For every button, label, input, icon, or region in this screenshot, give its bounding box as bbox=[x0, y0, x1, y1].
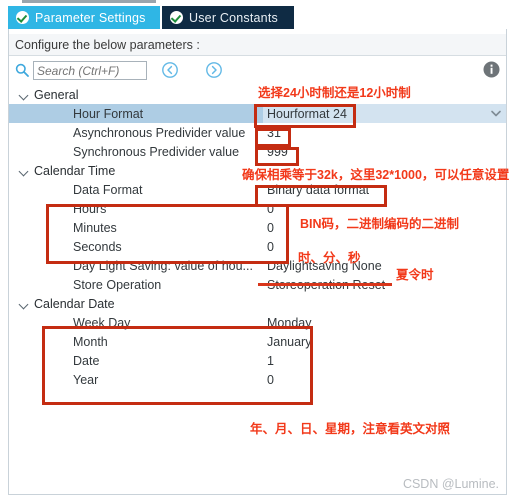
top-strip-divider bbox=[22, 0, 156, 3]
annotation-predivider-note: 确保相乘等于32k，这里32*1000，可以任意设置 bbox=[242, 168, 510, 182]
tree-row-store-operation-label: Store Operation bbox=[73, 277, 162, 292]
annotation-date-note: 年、月、日、星期，注意看英文对照 bbox=[250, 422, 451, 436]
tree-row-week-day-value[interactable]: Monday bbox=[267, 316, 311, 330]
tree-row-async-predivider[interactable]: Asynchronous Predivider value 31 bbox=[9, 123, 506, 142]
tree-group-calendar-time-label: Calendar Time bbox=[34, 163, 116, 178]
configure-bar: Configure the below parameters : bbox=[9, 34, 506, 56]
tree-row-async-predivider-value[interactable]: 31 bbox=[267, 126, 281, 140]
tab-user-constants-label: User Constants bbox=[189, 10, 278, 25]
parameter-tree: General Hour Format Hourformat 24 Asynch… bbox=[9, 85, 506, 389]
tree-row-hour-format-value[interactable]: Hourformat 24 bbox=[267, 107, 347, 121]
tree-row-seconds-label: Seconds bbox=[73, 239, 122, 254]
tree-row-hour-format[interactable]: Hour Format Hourformat 24 bbox=[9, 104, 506, 123]
circle-chevron-right-icon[interactable] bbox=[205, 61, 223, 79]
annotation-dst-note: 夏令时 bbox=[396, 268, 434, 282]
chevron-down-icon[interactable] bbox=[17, 88, 31, 102]
tree-group-calendar-date[interactable]: Calendar Date bbox=[9, 294, 506, 313]
tab-user-constants[interactable]: User Constants bbox=[162, 6, 294, 29]
tree-row-year[interactable]: Year 0 bbox=[9, 370, 506, 389]
check-circle-icon bbox=[16, 11, 29, 24]
configure-bar-label: Configure the below parameters : bbox=[15, 37, 200, 52]
circle-chevron-left-icon[interactable] bbox=[161, 61, 179, 79]
tree-row-date-label: Date bbox=[73, 353, 100, 368]
search-input[interactable] bbox=[33, 61, 147, 80]
tab-parameter-settings-label: Parameter Settings bbox=[35, 10, 146, 25]
tree-row-hours-label: Hours bbox=[73, 201, 107, 216]
tree-group-calendar-date-label: Calendar Date bbox=[34, 296, 115, 311]
tree-row-minutes-label: Minutes bbox=[73, 220, 117, 235]
tree-row-month-label: Month bbox=[73, 334, 108, 349]
tree-row-month-value[interactable]: January bbox=[267, 335, 311, 349]
tree-row-seconds[interactable]: Seconds 0 bbox=[9, 237, 506, 256]
annotation-hour-format-note: 选择24小时制还是12小时制 bbox=[258, 86, 411, 100]
chevron-down-icon[interactable] bbox=[17, 164, 31, 178]
tree-row-year-label: Year bbox=[73, 372, 99, 387]
annotation-hms-note: 时、分、秒 bbox=[298, 251, 361, 265]
search-toolbar bbox=[9, 57, 506, 85]
tree-row-seconds-value[interactable]: 0 bbox=[267, 240, 274, 254]
tree-row-minutes-value[interactable]: 0 bbox=[267, 221, 274, 235]
tree-row-month[interactable]: Month January bbox=[9, 332, 506, 351]
info-circle-icon[interactable] bbox=[483, 61, 500, 78]
tab-parameter-settings[interactable]: Parameter Settings bbox=[8, 6, 160, 29]
search-icon bbox=[15, 63, 29, 77]
tab-bar: Parameter Settings User Constants bbox=[0, 6, 515, 32]
tree-row-week-day[interactable]: Week Day Monday bbox=[9, 313, 506, 332]
watermark: CSDN @Lumine. bbox=[402, 477, 499, 491]
annotation-bin-note: BIN码，二进制编码的二进制 bbox=[300, 217, 460, 231]
tree-row-week-day-label: Week Day bbox=[73, 315, 131, 330]
tree-row-year-value[interactable]: 0 bbox=[267, 373, 274, 387]
chevron-down-icon[interactable] bbox=[490, 108, 502, 119]
tree-row-date-value[interactable]: 1 bbox=[267, 354, 274, 368]
tree-row-daylight-saving-label: Day Light Saving: value of hou... bbox=[73, 258, 253, 273]
rtc-parameter-settings-window: Parameter Settings User Constants Config… bbox=[0, 0, 515, 503]
tree-row-async-predivider-label: Asynchronous Predivider value bbox=[73, 125, 246, 140]
tree-row-data-format-value[interactable]: Binary data format bbox=[267, 183, 369, 197]
tree-row-sync-predivider-value[interactable]: 999 bbox=[267, 145, 288, 159]
check-circle-icon bbox=[170, 11, 183, 24]
tree-row-sync-predivider[interactable]: Synchronous Predivider value 999 bbox=[9, 142, 506, 161]
tree-row-store-operation-value[interactable]: Storeoperation Reset bbox=[267, 278, 385, 292]
tree-row-hours-value[interactable]: 0 bbox=[267, 202, 274, 216]
tree-row-date[interactable]: Date 1 bbox=[9, 351, 506, 370]
tree-row-sync-predivider-label: Synchronous Predivider value bbox=[73, 144, 240, 159]
tree-group-general-label: General bbox=[34, 87, 79, 102]
tree-row-data-format-label: Data Format bbox=[73, 182, 143, 197]
chevron-down-icon[interactable] bbox=[17, 297, 31, 311]
tree-row-hour-format-label: Hour Format bbox=[73, 106, 144, 121]
